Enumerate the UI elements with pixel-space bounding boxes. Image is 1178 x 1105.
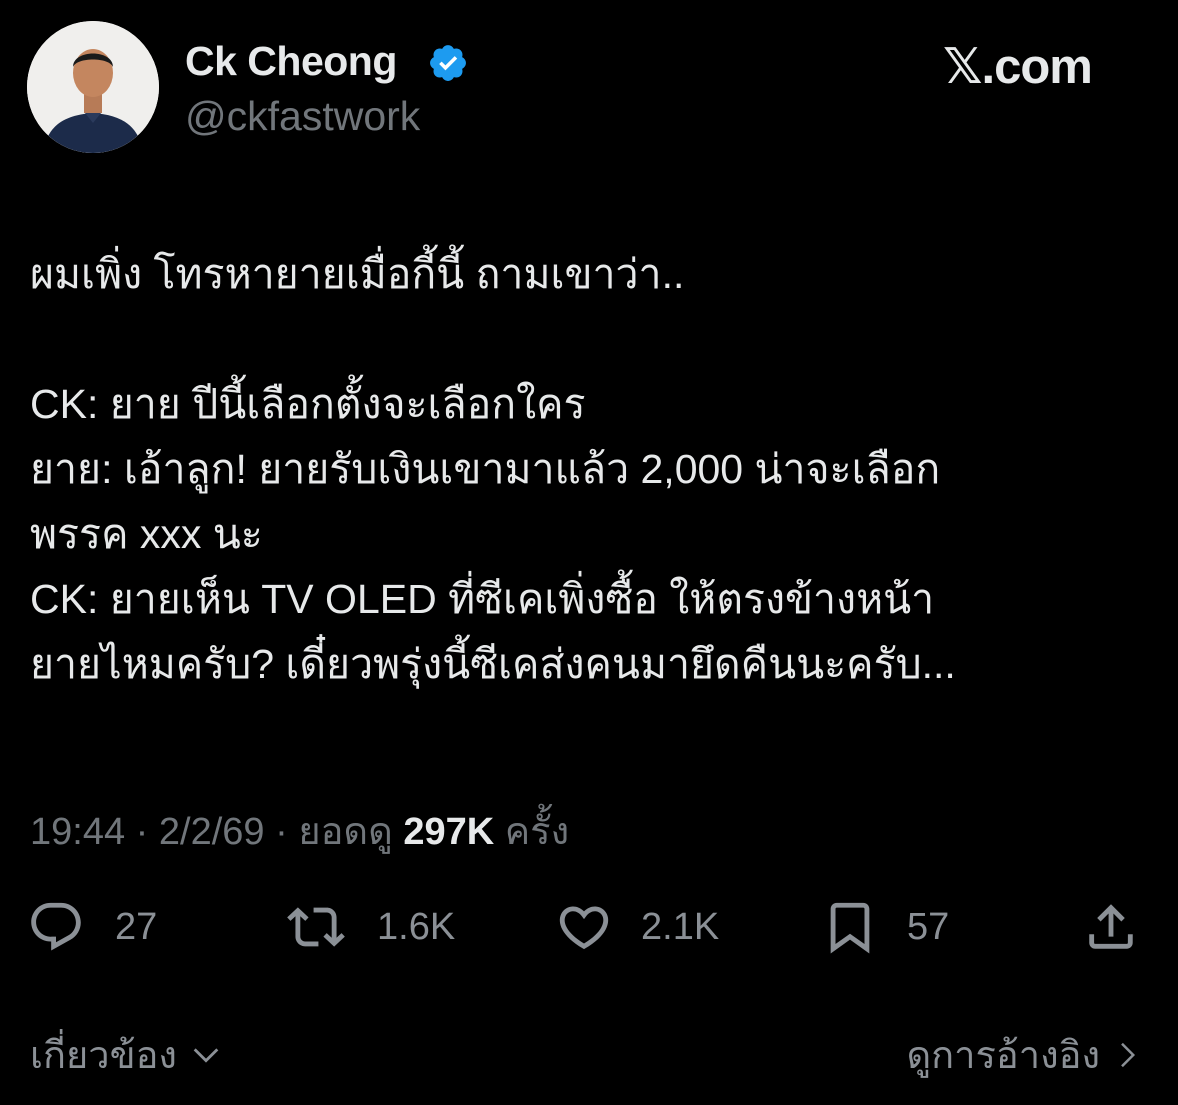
bookmark-count: 57 xyxy=(907,905,950,948)
avatar[interactable] xyxy=(27,21,159,153)
share-button[interactable] xyxy=(1082,895,1140,959)
views-count: 297K xyxy=(403,811,495,853)
bookmark-button[interactable]: 57 xyxy=(821,895,949,959)
chevron-right-icon xyxy=(1121,1042,1136,1067)
related-label: เกี่ยวข้อง xyxy=(30,1035,177,1077)
tweet-meta: 19:44 · 2/2/69 · ยอดดู 297K ครั้ง xyxy=(30,800,569,861)
like-icon xyxy=(559,906,609,950)
tweet-date[interactable]: 2/2/69 xyxy=(159,811,265,853)
separator-dot: · xyxy=(135,811,159,853)
chevron-down-icon xyxy=(193,1047,219,1063)
avatar-photo xyxy=(27,21,159,153)
separator-dot: · xyxy=(275,811,299,853)
x-logo: 𝕏.com xyxy=(943,40,1093,94)
share-icon xyxy=(1089,904,1133,949)
action-bar: 27 1.6K 2.1K 57 xyxy=(0,895,1178,959)
views-suffix: ครั้ง xyxy=(504,811,570,853)
repost-button[interactable]: 1.6K xyxy=(287,895,455,959)
repost-icon xyxy=(287,907,345,947)
view-quotes-link[interactable]: ดูการอ้างอิง xyxy=(906,1024,1142,1085)
display-name[interactable]: Ck Cheong xyxy=(185,38,397,85)
views-label: ยอดดู xyxy=(298,811,393,853)
reply-icon xyxy=(31,902,81,951)
verified-badge-icon xyxy=(430,45,466,81)
reply-button[interactable]: 27 xyxy=(27,895,157,959)
tweet-time[interactable]: 19:44 xyxy=(30,811,125,853)
bookmark-icon xyxy=(830,902,870,954)
reply-count: 27 xyxy=(115,905,158,948)
related-toggle[interactable]: เกี่ยวข้อง xyxy=(30,1024,223,1085)
user-handle[interactable]: @ckfastwork xyxy=(185,93,420,140)
like-count: 2.1K xyxy=(641,905,720,948)
repost-count: 1.6K xyxy=(377,905,456,948)
like-button[interactable]: 2.1K xyxy=(555,895,719,959)
tweet-text: ผมเพิ่ง โทรหายายเมื่อกี้นี้ ถามเขาว่า.. … xyxy=(30,251,956,687)
view-quotes-label: ดูการอ้างอิง xyxy=(906,1035,1100,1077)
